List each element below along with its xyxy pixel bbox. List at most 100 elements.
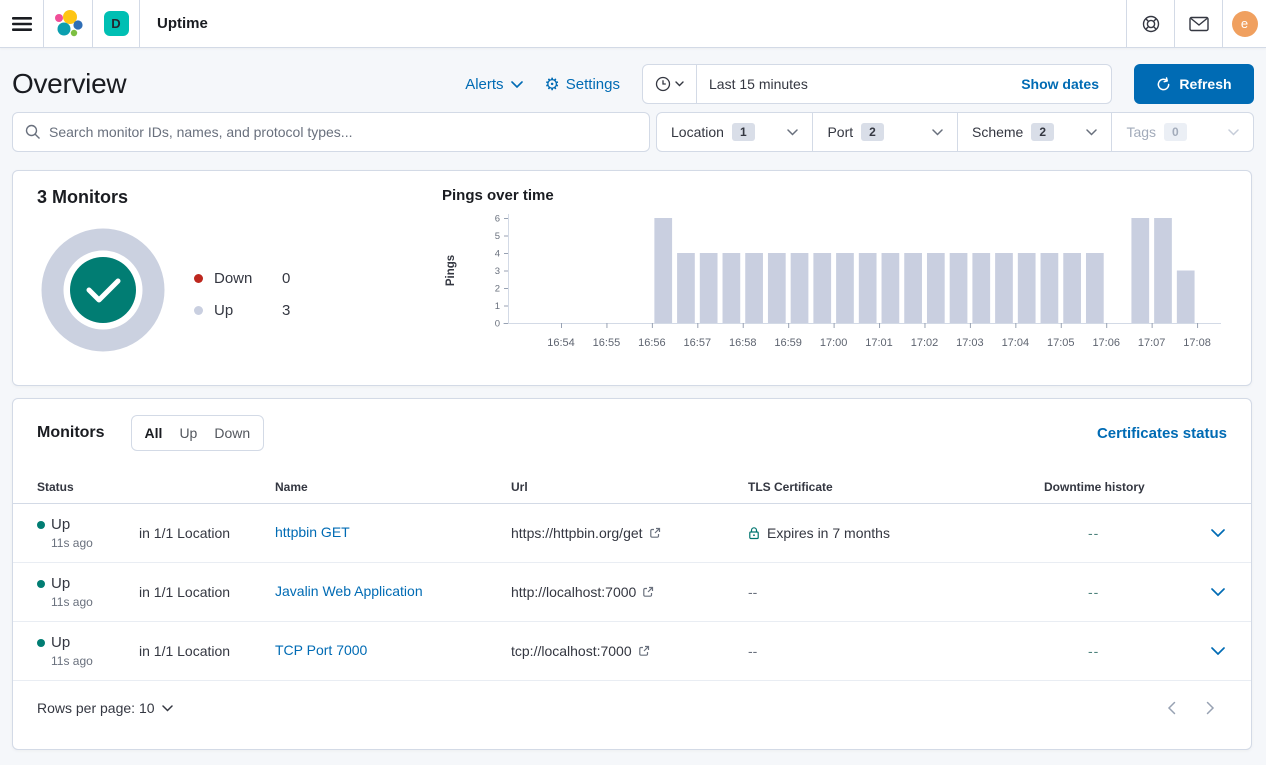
up-dot-icon [194,306,203,315]
settings-link[interactable]: ⚙ Settings [545,76,620,93]
column-status: Status [37,480,139,494]
filter-scheme[interactable]: Scheme 2 [958,113,1112,151]
time-range-value[interactable]: Last 15 minutes [697,76,1021,92]
status-text: Up [51,634,70,651]
location-cell: in 1/1 Location [139,525,275,541]
status-cell: Up 11s ago [37,634,139,668]
svg-text:0: 0 [495,319,500,330]
downtime-cell: -- [1044,525,1194,541]
elastic-logo[interactable] [44,0,93,47]
uptime-overview-page: D Uptime e [0,0,1266,765]
filter-label: Port [827,124,853,140]
svg-text:16:55: 16:55 [593,337,621,349]
up-status-dot-icon [37,639,45,647]
settings-label: Settings [566,76,620,93]
downtime-cell: -- [1044,643,1194,659]
tls-cell: -- [748,643,1044,659]
status-timestamp: 11s ago [37,654,139,668]
table-header: Status Name Url TLS Certificate Downtime… [13,471,1251,504]
expand-row-button[interactable] [1194,529,1251,537]
filter-count-badge: 0 [1164,123,1187,141]
up-status-dot-icon [37,521,45,529]
time-picker-quick-menu[interactable] [643,65,697,103]
elastic-logo-icon [53,9,83,39]
url-text[interactable]: https://httpbin.org/get [511,525,643,541]
svg-text:6: 6 [495,214,500,225]
location-cell: in 1/1 Location [139,584,275,600]
chevron-down-icon [1228,129,1239,136]
svg-text:16:59: 16:59 [774,337,802,349]
filter-label: Location [671,124,724,140]
tab-down[interactable]: Down [214,425,250,441]
status-filter-tabs: All Up Down [131,415,265,451]
space-switcher[interactable]: D [93,0,140,47]
mail-icon [1189,16,1209,32]
filter-label: Tags [1126,124,1156,140]
alerts-dropdown[interactable]: Alerts [465,76,522,93]
legend-label: Down [214,270,282,287]
location-cell: in 1/1 Location [139,643,275,659]
tab-up[interactable]: Up [179,425,197,441]
hamburger-icon [12,16,32,32]
expand-row-button[interactable] [1194,647,1251,655]
svg-text:17:06: 17:06 [1092,337,1120,349]
previous-page-button[interactable] [1167,701,1176,715]
search-input[interactable] [49,124,637,140]
down-dot-icon [194,274,203,283]
refresh-button[interactable]: Refresh [1134,64,1254,104]
svg-text:17:03: 17:03 [956,337,984,349]
status-donut-chart [39,226,167,359]
tls-cell: Expires in 7 months [748,525,1044,541]
chevron-down-icon [1086,129,1097,136]
show-dates-button[interactable]: Show dates [1021,76,1111,92]
time-picker: Last 15 minutes Show dates [642,64,1112,104]
table-row: Up 11s ago in 1/1 Location httpbin GET h… [13,504,1251,563]
expand-row-button[interactable] [1194,588,1251,596]
monitor-name-link[interactable]: Javalin Web Application [275,583,423,599]
svg-text:Pings: Pings [445,255,457,286]
monitors-panel: Monitors All Up Down Certificates status… [12,398,1252,750]
svg-text:17:05: 17:05 [1047,337,1075,349]
clock-icon [655,76,671,92]
gear-icon: ⚙ [545,76,560,93]
monitor-name-link[interactable]: httpbin GET [275,524,350,540]
help-button[interactable] [1126,0,1174,47]
monitor-name-link[interactable]: TCP Port 7000 [275,642,367,658]
url-text[interactable]: http://localhost:7000 [511,584,636,600]
filter-port[interactable]: Port 2 [813,113,958,151]
bar-chart-canvas: 012345616:5416:5516:5616:5716:5816:5917:… [442,211,1232,356]
help-icon [1141,14,1161,34]
svg-text:17:02: 17:02 [911,337,939,349]
legend-label: Up [214,302,282,319]
status-timestamp: 11s ago [37,536,139,550]
lock-icon [748,526,760,540]
filter-location[interactable]: Location 1 [657,113,813,151]
url-text[interactable]: tcp://localhost:7000 [511,643,632,659]
chevron-down-icon [162,705,173,712]
newsfeed-button[interactable] [1174,0,1222,47]
top-navigation-bar: D Uptime e [0,0,1266,48]
filter-count-badge: 2 [861,123,884,141]
status-legend: Down 0 Up 3 [194,267,394,331]
filter-tags: Tags 0 [1112,113,1253,151]
rows-per-page-button[interactable]: Rows per page: 10 [37,700,173,716]
svg-text:16:54: 16:54 [547,337,575,349]
next-page-button[interactable] [1206,701,1215,715]
search-icon [25,124,41,140]
avatar[interactable]: e [1232,11,1258,37]
column-tls: TLS Certificate [748,480,1044,494]
breadcrumb: Uptime [140,0,208,47]
filter-label: Scheme [972,124,1023,140]
menu-button[interactable] [0,0,44,47]
certificates-status-link[interactable]: Certificates status [1097,425,1227,442]
status-text: Up [51,575,70,592]
tab-all[interactable]: All [145,425,163,441]
up-status-dot-icon [37,580,45,588]
svg-text:16:58: 16:58 [729,337,757,349]
page-title: Overview [12,68,126,100]
status-timestamp: 11s ago [37,595,139,609]
filter-count-badge: 1 [732,123,755,141]
monitors-count-title: 3 Monitors [37,187,128,208]
filter-count-badge: 2 [1031,123,1054,141]
refresh-label: Refresh [1179,76,1231,92]
